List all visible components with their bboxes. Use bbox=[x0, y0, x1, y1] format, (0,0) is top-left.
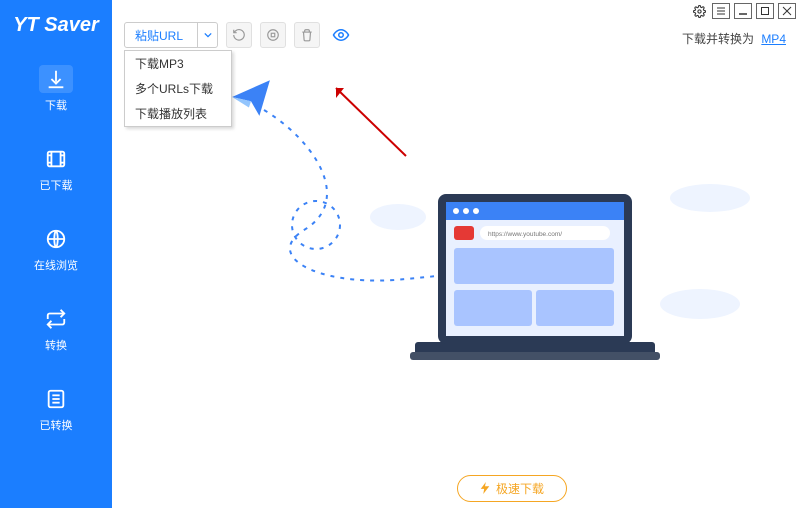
main-area: 粘贴URL 下载MP3 多个URLs下载 下载播放列表 bbox=[112, 0, 800, 508]
dropdown-item-mp3[interactable]: 下载MP3 bbox=[125, 51, 231, 76]
gear-icon bbox=[693, 5, 706, 18]
sidebar: YT Saver 下载 已下载 在线浏览 转换 已转换 bbox=[0, 0, 112, 508]
minimize-button[interactable] bbox=[734, 3, 752, 19]
fast-download-button[interactable]: 极速下载 bbox=[457, 475, 567, 502]
settings-button[interactable] bbox=[690, 3, 708, 19]
browser-url-text: https://www.youtube.com/ bbox=[488, 231, 562, 238]
minimize-icon bbox=[738, 6, 748, 16]
convert-format-link[interactable]: MP4 bbox=[761, 32, 786, 46]
convert-format-text: 下载并转换为 bbox=[682, 32, 754, 46]
stop-button[interactable] bbox=[260, 22, 286, 48]
eye-icon bbox=[332, 26, 350, 44]
toolbar: 粘贴URL bbox=[124, 22, 354, 48]
convert-icon bbox=[45, 308, 67, 330]
fast-download-label: 极速下载 bbox=[496, 480, 544, 497]
paste-url-button[interactable]: 粘贴URL bbox=[124, 22, 218, 48]
bottom-bar: 极速下载 bbox=[224, 468, 800, 508]
maximize-icon bbox=[760, 6, 770, 16]
list-icon bbox=[45, 388, 67, 410]
film-icon bbox=[45, 148, 67, 170]
sidebar-item-label: 已下载 bbox=[40, 177, 73, 193]
paste-url-label: 粘贴URL bbox=[125, 27, 197, 44]
download-icon bbox=[45, 68, 67, 90]
close-icon bbox=[782, 6, 792, 16]
preview-button[interactable] bbox=[328, 22, 354, 48]
dropdown-item-playlist[interactable]: 下载播放列表 bbox=[125, 101, 231, 126]
sidebar-item-label: 转换 bbox=[45, 337, 67, 353]
sidebar-item-converted[interactable]: 已转换 bbox=[0, 375, 112, 443]
laptop-illustration: https://www.youtube.com/ bbox=[410, 194, 660, 374]
undo-icon bbox=[232, 28, 246, 42]
paste-url-dropdown: 下载MP3 多个URLs下载 下载播放列表 bbox=[124, 50, 232, 127]
illustration: https://www.youtube.com/ bbox=[230, 54, 770, 384]
sidebar-item-download[interactable]: 下载 bbox=[0, 55, 112, 123]
stop-icon bbox=[266, 28, 280, 42]
sidebar-item-label: 已转换 bbox=[40, 417, 73, 433]
window-controls bbox=[690, 0, 800, 22]
chevron-down-icon bbox=[204, 31, 212, 39]
delete-button[interactable] bbox=[294, 22, 320, 48]
menu-icon bbox=[716, 6, 726, 16]
globe-icon bbox=[45, 228, 67, 250]
convert-format-info: 下载并转换为 MP4 bbox=[682, 30, 786, 47]
dropdown-item-multi-urls[interactable]: 多个URLs下载 bbox=[125, 76, 231, 101]
bolt-icon bbox=[480, 482, 490, 494]
sidebar-item-browse[interactable]: 在线浏览 bbox=[0, 215, 112, 283]
app-logo: YT Saver bbox=[13, 0, 99, 55]
paste-url-caret[interactable] bbox=[197, 22, 217, 48]
undo-button[interactable] bbox=[226, 22, 252, 48]
sidebar-item-downloaded[interactable]: 已下载 bbox=[0, 135, 112, 203]
sidebar-item-label: 在线浏览 bbox=[34, 257, 78, 273]
sidebar-item-label: 下载 bbox=[45, 97, 67, 113]
trash-icon bbox=[300, 28, 314, 42]
close-button[interactable] bbox=[778, 3, 796, 19]
maximize-button[interactable] bbox=[756, 3, 774, 19]
cloud-shape bbox=[660, 289, 740, 319]
cloud-shape bbox=[670, 184, 750, 212]
menu-button[interactable] bbox=[712, 3, 730, 19]
sidebar-item-convert[interactable]: 转换 bbox=[0, 295, 112, 363]
